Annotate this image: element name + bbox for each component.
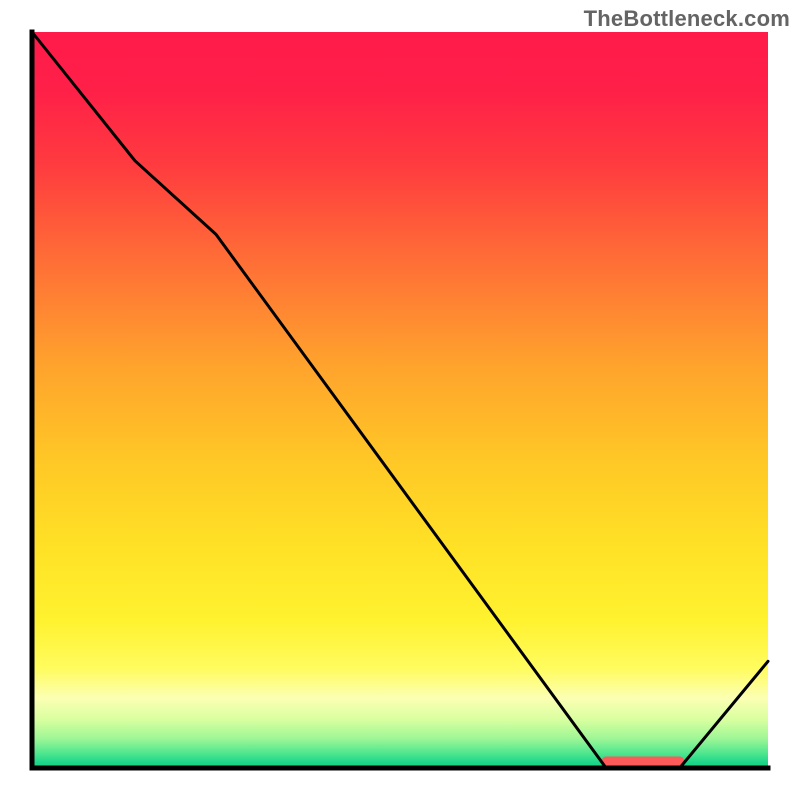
chart-container: TheBottleneck.com [0,0,800,800]
plot-background [32,32,768,768]
bottleneck-chart [0,0,800,800]
